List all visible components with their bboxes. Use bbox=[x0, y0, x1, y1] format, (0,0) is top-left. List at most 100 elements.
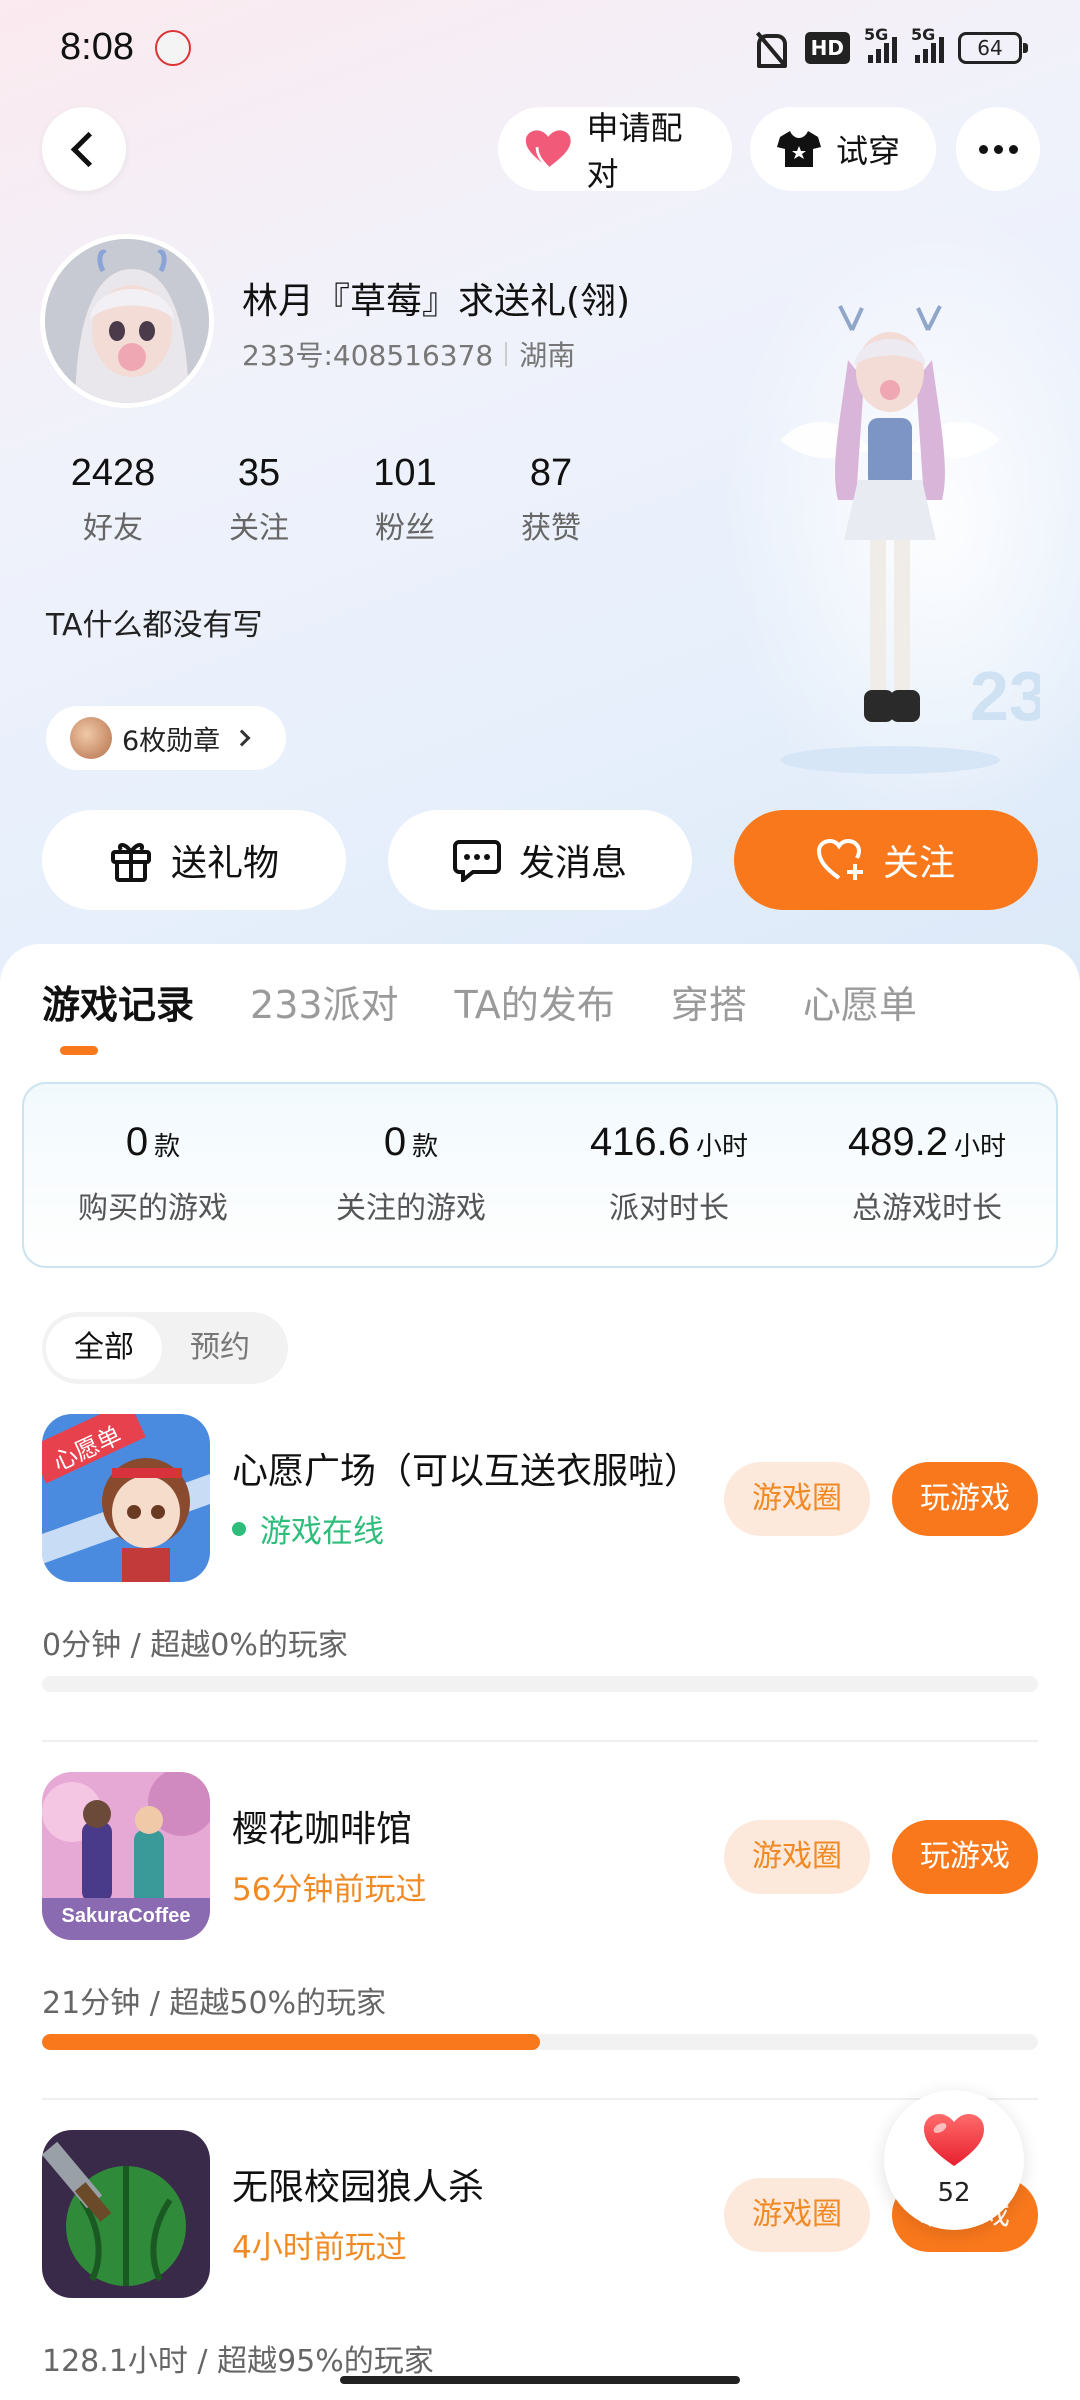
divider bbox=[42, 1740, 1038, 1742]
stat-label: 获赞 bbox=[521, 511, 581, 546]
request-pair-button[interactable]: 申请配对 bbox=[498, 107, 732, 193]
svg-text:233: 233 bbox=[970, 657, 1040, 735]
stat-following[interactable]: 35 关注 bbox=[186, 452, 332, 547]
summary-followed: 0款 关注的游戏 bbox=[282, 1084, 540, 1266]
stat-number: 101 bbox=[373, 452, 437, 494]
game-status: 游戏在线 bbox=[232, 1506, 384, 1551]
tab-wishlist[interactable]: 心愿单 bbox=[803, 974, 917, 1029]
more-options-button[interactable] bbox=[956, 107, 1040, 191]
status-bar: 8:08 HD 5G 5G 64 bbox=[0, 0, 1080, 96]
game-icon[interactable]: 心愿单 bbox=[42, 1414, 210, 1582]
follow-label: 关注 bbox=[882, 843, 955, 884]
tab-posts[interactable]: TA的发布 bbox=[455, 974, 615, 1029]
signal-icon-2: 5G bbox=[911, 25, 944, 63]
game-playtime: 21分钟 / 超越50%的玩家 bbox=[42, 1986, 387, 2021]
game-status-text: 游戏在线 bbox=[260, 1514, 384, 1550]
summary-value: 489.2 bbox=[847, 1120, 949, 1164]
stat-friends[interactable]: 2428 好友 bbox=[40, 452, 186, 547]
tab-game-records[interactable]: 游戏记录 bbox=[42, 974, 194, 1029]
more-dot-icon bbox=[978, 144, 988, 154]
game-cover-image: 心愿单 bbox=[42, 1414, 210, 1582]
game-cover-image: SakuraCoffee bbox=[42, 1772, 210, 1940]
filter-reserved[interactable]: 预约 bbox=[162, 1317, 278, 1379]
username: 林月『草莓』求送礼(翎) bbox=[242, 281, 631, 322]
network-type-2: 5G bbox=[911, 25, 936, 44]
medals-label: 6枚勋章 bbox=[122, 725, 221, 757]
stat-fans[interactable]: 101 粉丝 bbox=[332, 452, 478, 547]
active-tab-indicator bbox=[60, 1046, 98, 1055]
home-indicator[interactable] bbox=[340, 2376, 740, 2384]
more-dot-icon bbox=[1008, 144, 1018, 154]
summary-unit: 款 bbox=[154, 1132, 181, 1162]
stat-label: 粉丝 bbox=[375, 511, 435, 546]
send-message-label: 发消息 bbox=[518, 843, 627, 884]
summary-total-time: 489.2 小时 总游戏时长 bbox=[798, 1084, 1056, 1266]
user-id[interactable]: 233号:408516378 bbox=[242, 334, 493, 374]
summary-unit: 小时 bbox=[954, 1132, 1007, 1162]
divider bbox=[42, 2098, 1038, 2100]
filter-all[interactable]: 全部 bbox=[46, 1317, 162, 1379]
online-dot-icon bbox=[232, 1521, 246, 1536]
game-title: 樱花咖啡馆 bbox=[232, 1809, 413, 1850]
character-avatar-figure[interactable]: 233 bbox=[740, 300, 1040, 780]
request-pair-label: 申请配对 bbox=[586, 109, 683, 193]
tab-outfits[interactable]: 穿搭 bbox=[671, 974, 747, 1029]
user-meta: 233号:408516378 湖南 bbox=[242, 334, 575, 374]
game-title: 心愿广场（可以互送衣服啦） bbox=[232, 1451, 701, 1492]
game-cover-image bbox=[42, 2130, 210, 2298]
stat-label: 关注 bbox=[229, 511, 289, 546]
playtime-progress bbox=[42, 2034, 1038, 2050]
medal-icon bbox=[70, 717, 112, 759]
game-icon-text: SakuraCoffee bbox=[62, 1905, 191, 1927]
network-type: 5G bbox=[864, 25, 889, 44]
stat-number: 2428 bbox=[70, 452, 156, 494]
game-status: 56分钟前玩过 bbox=[232, 1864, 426, 1909]
signal-icon: 5G bbox=[864, 25, 897, 63]
playtime-progress-fill bbox=[42, 2034, 540, 2050]
send-gift-label: 送礼物 bbox=[170, 843, 279, 884]
try-on-button[interactable]: 试穿 bbox=[750, 107, 936, 191]
game-filter: 全部 预约 bbox=[42, 1312, 288, 1384]
back-button[interactable] bbox=[42, 107, 126, 191]
chevron-right-icon bbox=[233, 729, 251, 747]
medals-button[interactable]: 6枚勋章 bbox=[46, 706, 286, 770]
try-on-label: 试穿 bbox=[836, 132, 901, 170]
game-icon[interactable]: SakuraCoffee bbox=[42, 1772, 210, 1940]
summary-value: 0 bbox=[125, 1120, 149, 1164]
game-circle-button[interactable]: 游戏圈 bbox=[724, 2178, 870, 2252]
send-gift-button[interactable]: 送礼物 bbox=[42, 810, 346, 910]
stat-number: 87 bbox=[529, 452, 573, 494]
send-message-button[interactable]: 发消息 bbox=[388, 810, 692, 910]
game-playtime: 0分钟 / 超越0%的玩家 bbox=[42, 1628, 348, 1663]
summary-value: 0 bbox=[383, 1120, 407, 1164]
summary-party-time: 416.6 小时 派对时长 bbox=[540, 1084, 798, 1266]
hd-voice-icon: HD bbox=[804, 32, 850, 64]
stat-likes[interactable]: 87 获赞 bbox=[478, 452, 624, 547]
play-game-button[interactable]: 玩游戏 bbox=[892, 1820, 1038, 1894]
follow-button[interactable]: 关注 bbox=[734, 810, 1038, 910]
game-status: 4小时前玩过 bbox=[232, 2222, 407, 2267]
game-status-text: 4小时前玩过 bbox=[232, 2230, 407, 2266]
tab-233-party[interactable]: 233派对 bbox=[250, 974, 399, 1029]
notification-app-icon bbox=[155, 30, 191, 66]
summary-label: 关注的游戏 bbox=[336, 1191, 486, 1226]
summary-unit: 小时 bbox=[696, 1132, 749, 1162]
summary-unit: 款 bbox=[412, 1132, 439, 1162]
game-status-text: 56分钟前玩过 bbox=[232, 1872, 427, 1908]
summary-label: 购买的游戏 bbox=[78, 1191, 228, 1226]
meta-divider bbox=[505, 342, 508, 366]
heart-plus-icon bbox=[816, 838, 863, 880]
floating-like-button[interactable]: 52 bbox=[884, 2090, 1024, 2230]
heart-icon bbox=[924, 2114, 984, 2166]
game-icon[interactable] bbox=[42, 2130, 210, 2298]
game-circle-button[interactable]: 游戏圈 bbox=[724, 1462, 870, 1536]
playtime-progress bbox=[42, 1676, 1038, 1692]
summary-label: 派对时长 bbox=[609, 1191, 729, 1226]
game-circle-button[interactable]: 游戏圈 bbox=[724, 1820, 870, 1894]
avatar[interactable] bbox=[40, 234, 214, 408]
play-game-button[interactable]: 玩游戏 bbox=[892, 1462, 1038, 1536]
more-dot-icon bbox=[993, 144, 1003, 154]
tshirt-icon bbox=[777, 131, 821, 167]
heart-icon bbox=[525, 130, 571, 169]
stat-number: 35 bbox=[237, 452, 281, 494]
